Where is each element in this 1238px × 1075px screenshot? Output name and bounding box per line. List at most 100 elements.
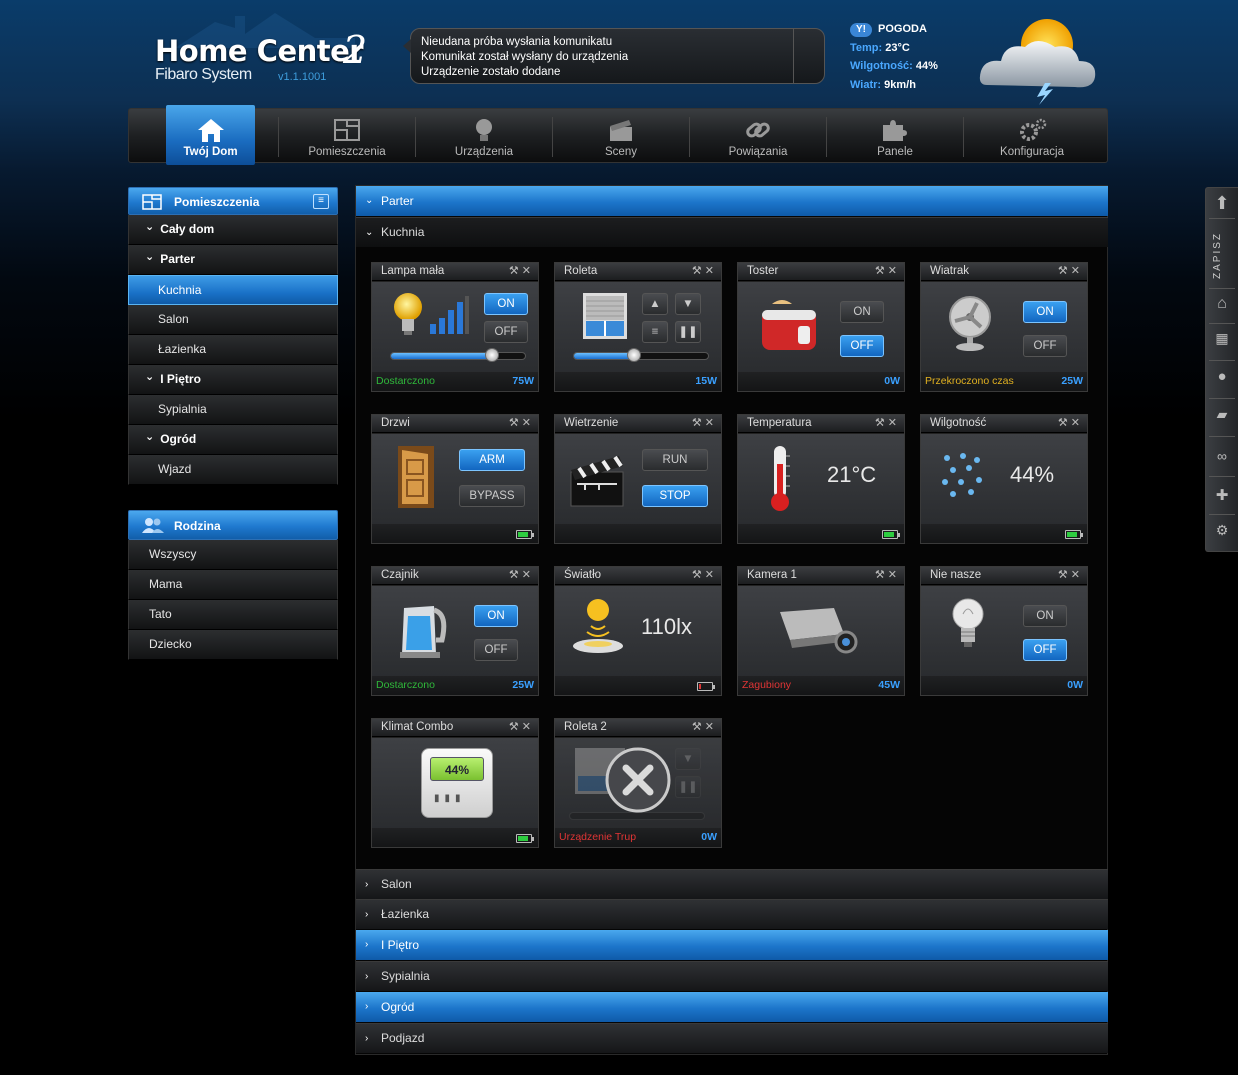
close-icon[interactable]: ✕	[522, 569, 534, 581]
nav-sceny[interactable]: Sceny	[553, 109, 689, 164]
subsection-kuchnia[interactable]: ⌄ Kuchnia	[356, 217, 1108, 247]
section-sypialnia[interactable]: › Sypialnia	[356, 961, 1108, 991]
sidebar-item-sypialnia[interactable]: Sypialnia	[128, 395, 338, 425]
sidebar-item-dziecko[interactable]: Dziecko	[128, 630, 338, 660]
close-icon[interactable]: ✕	[705, 569, 717, 581]
arrow-up-icon[interactable]: ⬆	[1206, 193, 1238, 214]
wrench-icon[interactable]: ⚒	[875, 265, 888, 277]
close-icon[interactable]: ✕	[522, 721, 534, 733]
message-box[interactable]: Nieudana próba wysłania komunikatu Komun…	[403, 28, 825, 84]
up-button[interactable]: ▲	[642, 293, 668, 315]
section-parter[interactable]: ⌄ Parter	[356, 186, 1108, 216]
sidebar-item-wszyscy[interactable]: Wszyscy	[128, 540, 338, 570]
blind-slider[interactable]	[573, 348, 709, 362]
nav-twoj-dom[interactable]: Twój Dom	[166, 105, 255, 165]
section-i-pietro[interactable]: › I Piętro	[356, 930, 1108, 960]
section-podjazd[interactable]: › Podjazd	[356, 1023, 1108, 1053]
off-button[interactable]: OFF	[840, 335, 884, 357]
sidebar-item-parter[interactable]: Parter	[128, 245, 338, 275]
off-button[interactable]: OFF	[1023, 335, 1067, 357]
users-icon	[142, 518, 164, 533]
arm-button[interactable]: ARM	[459, 449, 525, 471]
nav-panele[interactable]: Panele	[827, 109, 963, 164]
wind-label: Wiatr:	[850, 78, 882, 91]
close-icon[interactable]: ✕	[888, 569, 900, 581]
down-button[interactable]: ▼	[675, 293, 701, 315]
on-button[interactable]: ON	[1023, 301, 1067, 323]
lightbulb-icon[interactable]: ●	[1206, 368, 1238, 385]
slider-knob[interactable]	[627, 348, 642, 362]
nav-konfiguracja[interactable]: Konfiguracja	[964, 109, 1100, 164]
rooms-icon[interactable]: ▦	[1206, 330, 1238, 347]
menu-button[interactable]: ≡	[642, 321, 668, 343]
sidebar-item-ogrod[interactable]: Ogród	[128, 425, 338, 455]
nav-urzadzenia[interactable]: Urządzenia	[416, 109, 552, 164]
wrench-icon[interactable]: ⚒	[509, 417, 522, 429]
right-toolbar: ⬆ ZAPISZ ⌂ ▦ ● ▰ ∞ ✚ ⚙	[1205, 187, 1238, 552]
slider-knob[interactable]	[484, 348, 499, 362]
wrench-icon[interactable]: ⚒	[1058, 569, 1071, 581]
stop-button[interactable]: STOP	[642, 485, 708, 507]
nav-powiazania[interactable]: Powiązania	[690, 109, 826, 164]
close-icon[interactable]: ✕	[522, 417, 534, 429]
device-name: Lampa mała	[381, 265, 445, 277]
on-button[interactable]: ON	[484, 293, 528, 315]
kettle-icon	[400, 606, 447, 658]
on-button[interactable]: ON	[1023, 605, 1067, 627]
off-button[interactable]: OFF	[1023, 639, 1067, 661]
close-icon[interactable]: ✕	[522, 265, 534, 277]
off-button[interactable]: OFF	[474, 639, 518, 661]
on-button[interactable]: ON	[840, 301, 884, 323]
sidebar-item-lazienka[interactable]: Łazienka	[128, 335, 338, 365]
section-lazienka[interactable]: › Łazienka	[356, 899, 1108, 929]
section-salon[interactable]: › Salon	[356, 869, 1108, 899]
sidebar-family-header[interactable]: Rodzina	[128, 510, 338, 540]
wrench-icon[interactable]: ⚒	[509, 569, 522, 581]
wrench-icon[interactable]: ⚒	[692, 721, 705, 733]
close-icon[interactable]: ✕	[888, 417, 900, 429]
wrench-icon[interactable]: ⚒	[692, 417, 705, 429]
run-button[interactable]: RUN	[642, 449, 708, 471]
wrench-icon[interactable]: ⚒	[692, 569, 705, 581]
close-icon[interactable]: ✕	[1071, 417, 1083, 429]
off-button[interactable]: OFF	[484, 321, 528, 343]
sidebar-item-tato[interactable]: Tato	[128, 600, 338, 630]
sidebar-item-salon[interactable]: Salon	[128, 305, 338, 335]
sidebar-item-mama[interactable]: Mama	[128, 570, 338, 600]
home-icon[interactable]: ⌂	[1206, 295, 1238, 313]
close-icon[interactable]: ✕	[705, 417, 717, 429]
chevron-right-icon: ›	[365, 909, 369, 920]
close-icon[interactable]: ✕	[705, 721, 717, 733]
link-icon	[746, 122, 770, 138]
close-icon[interactable]: ✕	[1071, 569, 1083, 581]
sidebar-item-wjazd[interactable]: Wjazd	[128, 455, 338, 485]
wrench-icon[interactable]: ⚒	[509, 721, 522, 733]
save-button[interactable]: ZAPISZ	[1212, 228, 1232, 283]
device-wietrzenie: Wietrzenie ⚒✕ RUN STOP	[554, 414, 722, 544]
wrench-icon[interactable]: ⚒	[1058, 417, 1071, 429]
close-icon[interactable]: ✕	[1071, 265, 1083, 277]
wrench-icon[interactable]: ⚒	[509, 265, 522, 277]
gears-icon[interactable]: ⚙	[1206, 522, 1238, 539]
dimmer-slider[interactable]	[390, 348, 526, 362]
close-icon[interactable]: ✕	[888, 265, 900, 277]
sidebar-rooms-header[interactable]: Pomieszczenia ≡	[128, 187, 338, 215]
pause-button[interactable]: ❚❚	[675, 321, 701, 343]
sidebar-item-i-pietro[interactable]: I Piętro	[128, 365, 338, 395]
sidebar-item-caly-dom[interactable]: Cały dom	[128, 215, 338, 245]
list-icon[interactable]: ≡	[313, 194, 329, 209]
on-button[interactable]: ON	[474, 605, 518, 627]
wrench-icon[interactable]: ⚒	[875, 569, 888, 581]
wrench-icon[interactable]: ⚒	[692, 265, 705, 277]
link-icon[interactable]: ∞	[1206, 448, 1238, 464]
puzzle-icon[interactable]: ✚	[1206, 486, 1238, 504]
clapper-icon[interactable]: ▰	[1206, 406, 1238, 423]
nav-pomieszczenia[interactable]: Pomieszczenia	[279, 109, 415, 164]
sidebar-item-kuchnia[interactable]: Kuchnia	[128, 275, 338, 305]
wrench-icon[interactable]: ⚒	[875, 417, 888, 429]
door-icon	[398, 446, 434, 508]
close-icon[interactable]: ✕	[705, 265, 717, 277]
section-ogrod[interactable]: › Ogród	[356, 992, 1108, 1022]
wrench-icon[interactable]: ⚒	[1058, 265, 1071, 277]
bypass-button[interactable]: BYPASS	[459, 485, 525, 507]
